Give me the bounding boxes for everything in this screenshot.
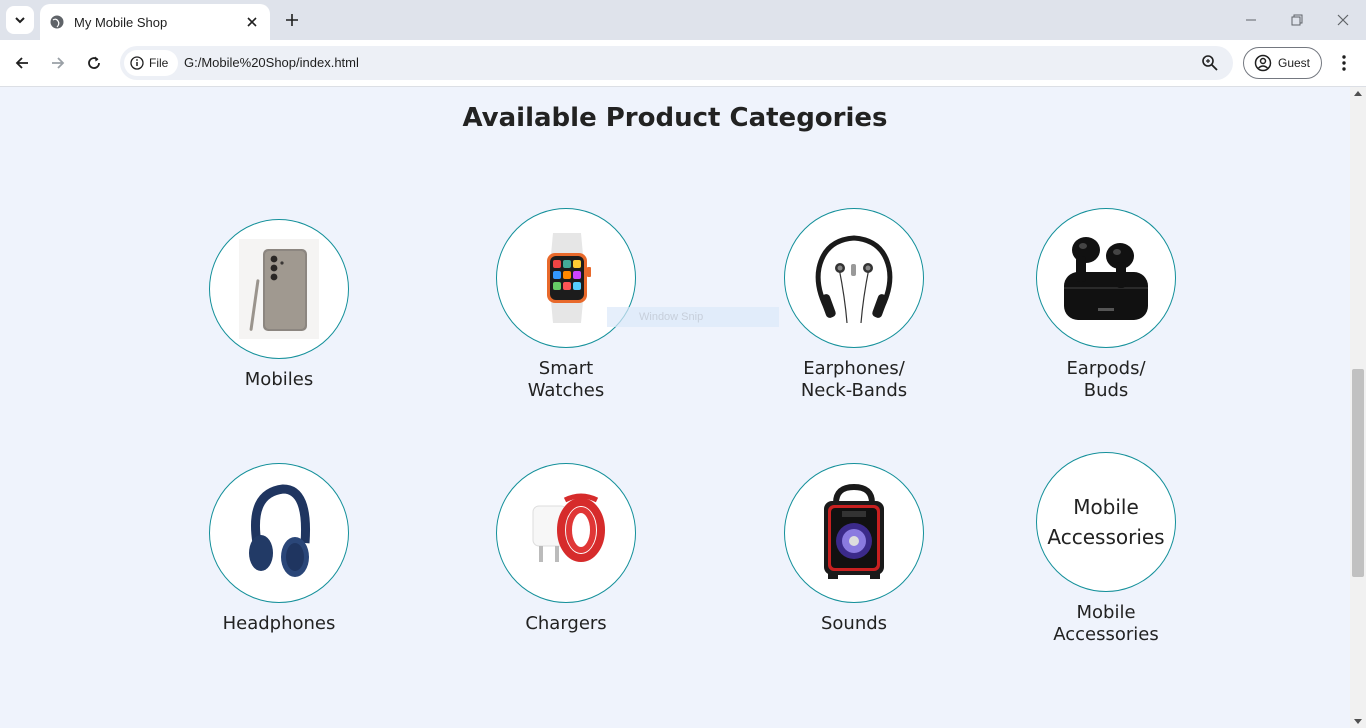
scroll-up-arrow[interactable] <box>1354 91 1362 96</box>
category-card-earpods[interactable]: Earpods/ Buds <box>1016 208 1196 402</box>
globe-icon <box>50 15 64 29</box>
browser-toolbar: File G:/Mobile%20Shop/index.html Guest <box>0 40 1366 87</box>
address-bar[interactable]: File G:/Mobile%20Shop/index.html <box>120 46 1233 80</box>
category-image[interactable] <box>784 463 924 603</box>
category-image[interactable] <box>496 463 636 603</box>
vertical-scrollbar[interactable] <box>1350 87 1366 728</box>
category-image[interactable] <box>1036 208 1176 348</box>
earbuds-icon <box>1064 237 1148 320</box>
profile-button[interactable]: Guest <box>1243 47 1322 79</box>
category-card-mobiles[interactable]: Mobiles <box>189 219 369 391</box>
restore-button[interactable] <box>1287 10 1307 30</box>
site-info-chip[interactable]: File <box>124 50 179 76</box>
close-icon <box>1337 14 1349 26</box>
more-vert-icon <box>1342 55 1346 71</box>
arrow-right-icon <box>52 57 65 69</box>
page-title: Available Product Categories <box>462 103 888 133</box>
account-circle-icon <box>1254 54 1272 72</box>
category-circle-text: Mobile Accessories <box>1047 495 1165 549</box>
minimize-icon <box>1246 19 1256 21</box>
category-label: Earphones/ Neck-Bands <box>800 358 908 401</box>
url-text[interactable]: G:/Mobile%20Shop/index.html <box>184 55 359 70</box>
reload-icon <box>88 56 100 69</box>
reload-button[interactable] <box>83 52 105 74</box>
category-card-headphones[interactable]: Headphones <box>189 463 369 635</box>
file-chip-label: File <box>149 56 169 70</box>
category-image[interactable] <box>209 219 349 359</box>
scrollbar-thumb[interactable] <box>1352 369 1364 577</box>
category-image[interactable] <box>496 208 636 348</box>
scroll-down-arrow[interactable] <box>1354 719 1362 724</box>
category-label: Earpods/ Buds <box>1066 358 1146 401</box>
charger-icon <box>532 493 605 562</box>
category-card-mobile-accessories[interactable]: Mobile Accessories Mobile Accessories <box>1016 452 1196 646</box>
category-image[interactable] <box>209 463 349 603</box>
close-icon[interactable] <box>244 14 260 30</box>
close-window-button[interactable] <box>1333 10 1353 30</box>
browser-tab[interactable]: My Mobile Shop <box>40 4 270 40</box>
plus-icon <box>286 14 298 26</box>
category-card-sounds[interactable]: Sounds <box>764 463 944 635</box>
category-card-earphones[interactable]: Earphones/ Neck-Bands <box>764 208 944 402</box>
profile-label: Guest <box>1278 56 1311 70</box>
category-label: Sounds <box>820 613 888 634</box>
speaker-icon <box>824 483 884 579</box>
category-card-smart-watches[interactable]: Smart Watches <box>476 208 656 402</box>
category-image[interactable]: Mobile Accessories <box>1036 452 1176 592</box>
neckband-icon <box>815 235 893 324</box>
zoom-icon[interactable] <box>1201 54 1219 72</box>
tab-strip: My Mobile Shop <box>0 0 1366 40</box>
phone-icon <box>239 239 319 339</box>
minimize-button[interactable] <box>1241 10 1261 30</box>
browser-menu-button[interactable] <box>1334 52 1354 74</box>
category-card-chargers[interactable]: Chargers <box>476 463 656 635</box>
category-label: Headphones <box>222 613 336 634</box>
info-icon <box>130 56 144 70</box>
category-label: Smart Watches <box>527 358 605 401</box>
new-tab-button[interactable] <box>282 10 302 30</box>
forward-button[interactable] <box>47 52 69 74</box>
category-label: Mobile Accessories <box>1053 602 1159 645</box>
page-content: Available Product Categories Mobiles Sma… <box>0 87 1350 728</box>
restore-icon <box>1291 14 1303 26</box>
category-image[interactable] <box>784 208 924 348</box>
window-snip-overlay: Window Snip <box>607 307 779 327</box>
tab-search-button[interactable] <box>6 6 34 34</box>
category-label: Mobiles <box>244 369 314 390</box>
headphones-icon <box>249 484 311 577</box>
arrow-left-icon <box>15 57 28 69</box>
category-label: Chargers <box>525 613 607 634</box>
tab-title: My Mobile Shop <box>74 14 168 30</box>
back-button[interactable] <box>11 52 33 74</box>
smartwatch-icon <box>547 233 591 323</box>
chevron-down-icon <box>15 17 25 24</box>
